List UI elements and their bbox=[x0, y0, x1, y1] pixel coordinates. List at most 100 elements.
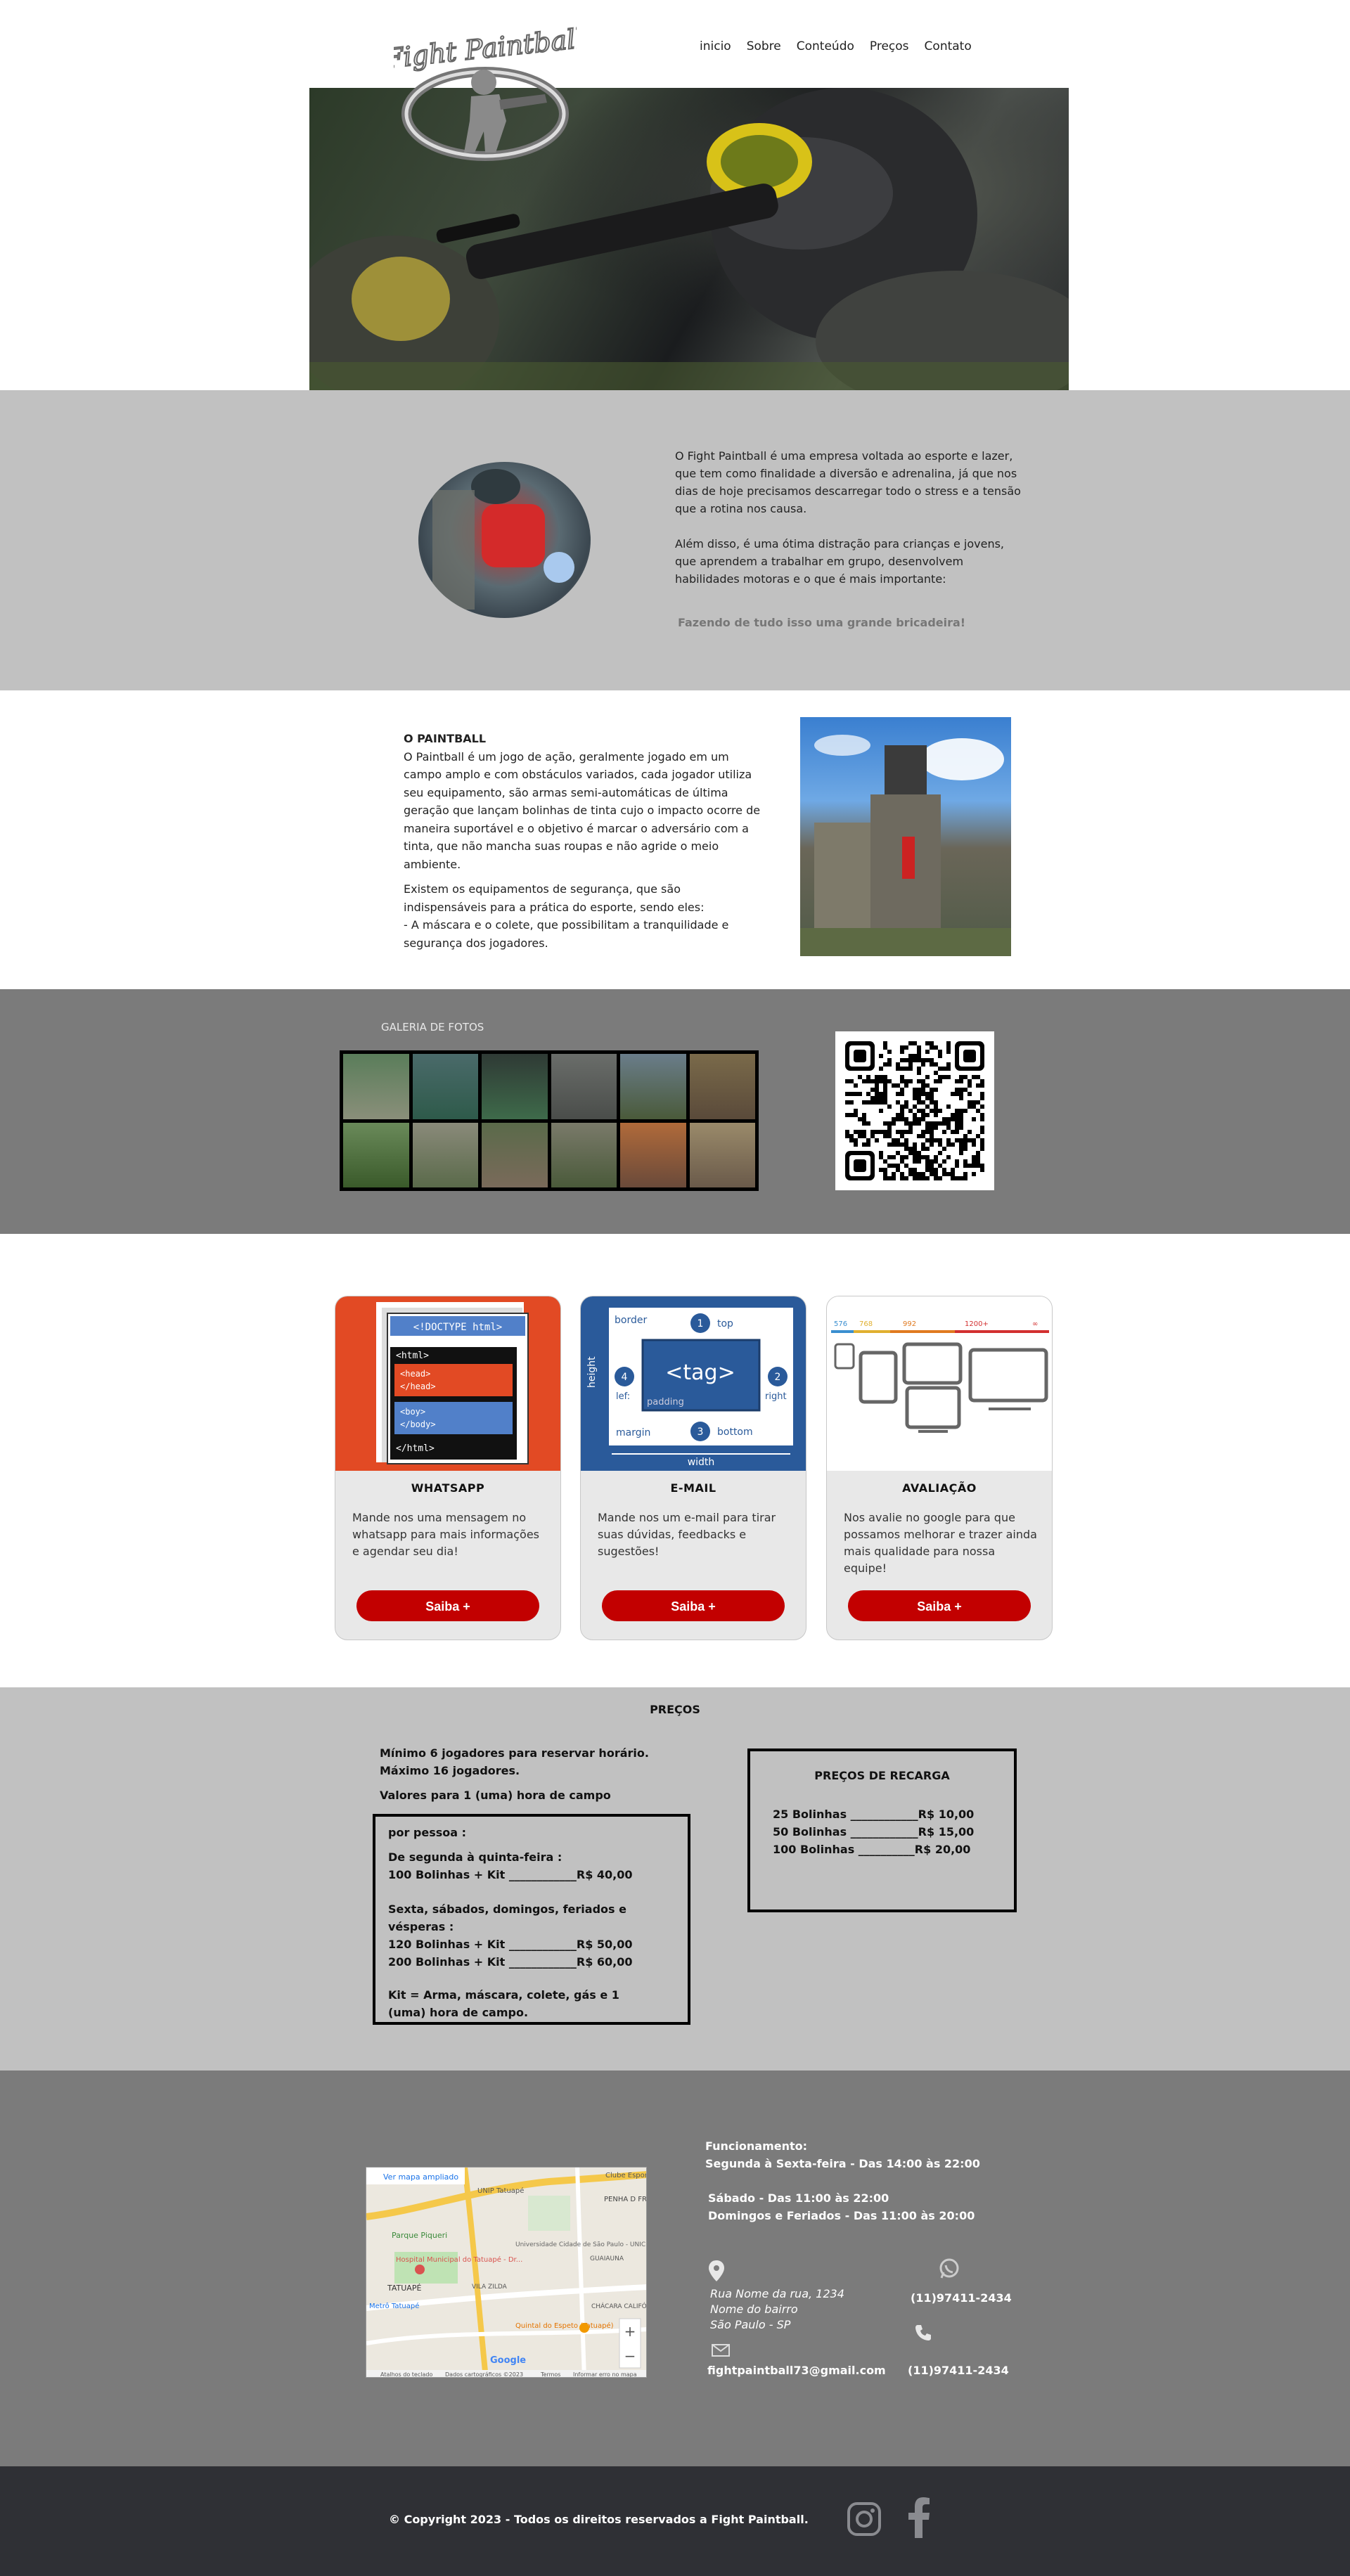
about-title: O PAINTBALL bbox=[404, 732, 487, 745]
recharge-line-1: 25 Bolinhas ____________R$ 10,00 bbox=[773, 1808, 975, 1821]
intro-tagline: Fazendo de tudo isso uma grande bricadei… bbox=[678, 616, 966, 629]
box-model-left-label: lef: bbox=[616, 1391, 630, 1402]
svg-text:Google: Google bbox=[490, 2355, 526, 2366]
weekend-price-2: 200 Bolinhas + Kit ____________R$ 60,00 bbox=[388, 1955, 633, 1969]
box-model-margin-label: margin bbox=[616, 1427, 650, 1438]
svg-text:Quintal do Espeto (Tatuapé): Quintal do Espeto (Tatuapé) bbox=[515, 2321, 614, 2330]
hours-weekdays: Segunda à Sexta-feira - Das 14:00 às 22:… bbox=[705, 2157, 980, 2170]
facebook-icon[interactable] bbox=[908, 2497, 931, 2541]
photo-gallery bbox=[340, 1050, 759, 1191]
box-model-height-label: height bbox=[586, 1356, 598, 1388]
prices-min-players: Mínimo 6 jogadores para reservar horário… bbox=[380, 1746, 649, 1760]
gallery-thumb[interactable] bbox=[551, 1054, 617, 1119]
whatsapp-icon[interactable] bbox=[939, 2258, 960, 2282]
box-model-right-label: right bbox=[765, 1391, 787, 1402]
contact-email[interactable]: fightpaintball73@gmail.com bbox=[707, 2362, 886, 2379]
svg-text:1: 1 bbox=[698, 1318, 704, 1329]
svg-text:UNIP Tatuapé: UNIP Tatuapé bbox=[477, 2187, 524, 2195]
nav-sobre[interactable]: Sobre bbox=[747, 39, 781, 53]
card-whatsapp-image: <!DOCTYPE html> <html> <head> </head> <b… bbox=[335, 1296, 560, 1471]
card-whatsapp-description: Mande nos uma mensagem no whatsapp para … bbox=[352, 1511, 539, 1558]
mail-icon bbox=[712, 2344, 730, 2359]
nav-conteudo[interactable]: Conteúdo bbox=[797, 39, 854, 53]
prices-intro: Mínimo 6 jogadores para reservar horário… bbox=[380, 1744, 649, 1805]
card-avaliacao-image: 576 768 992 1200+ ∞ bbox=[827, 1296, 1052, 1471]
svg-text:PENHA D FRANÇA: PENHA D FRANÇA bbox=[604, 2196, 647, 2203]
svg-text:Hospital Municipal do Tatuapé: Hospital Municipal do Tatuapé - Dr... bbox=[396, 2255, 522, 2264]
card-email-description: Mande nos um e-mail para tirar suas dúvi… bbox=[598, 1511, 776, 1558]
whatsapp-number[interactable]: (11)97411-2434 bbox=[911, 2289, 1012, 2307]
google-map[interactable]: Ver mapa ampliado UNIP Tatuapé PENHA D F… bbox=[366, 2167, 647, 2378]
code-body-close: </body> bbox=[400, 1419, 436, 1429]
phone-icon bbox=[914, 2324, 932, 2345]
about-paragraph-3: - A máscara e o colete, que possibilitam… bbox=[404, 918, 729, 950]
box-model-padding-label: padding bbox=[647, 1397, 684, 1408]
card-email-image: border 1 top height <tag> padding 4 lef:… bbox=[581, 1296, 806, 1471]
card-email-title: E-MAIL bbox=[670, 1481, 716, 1495]
code-body-open: <boy> bbox=[400, 1407, 425, 1417]
gallery-thumb[interactable] bbox=[620, 1122, 686, 1187]
gallery-thumb[interactable] bbox=[482, 1122, 548, 1187]
breakpoint-992: 992 bbox=[903, 1320, 916, 1328]
gallery-thumb[interactable] bbox=[482, 1054, 548, 1119]
gallery-thumb[interactable] bbox=[412, 1054, 478, 1119]
instagram-icon[interactable] bbox=[846, 2501, 882, 2540]
intro-paragraph-2: Além disso, é uma ótima distração para c… bbox=[675, 537, 1004, 586]
weekdays-price: 100 Bolinhas + Kit ____________R$ 40,00 bbox=[388, 1868, 633, 1881]
box-model-border-label: border bbox=[615, 1315, 647, 1326]
whatsapp-saiba-button[interactable]: Saiba + bbox=[356, 1590, 539, 1621]
gallery-thumb[interactable] bbox=[551, 1122, 617, 1187]
recharge-title: PREÇOS DE RECARGA bbox=[814, 1769, 950, 1782]
svg-text:TATUAPÉ: TATUAPÉ bbox=[387, 2284, 421, 2293]
address-street: Rua Nome da rua, 1234 bbox=[710, 2287, 844, 2300]
weekdays-label: De segunda à quinta-feira : bbox=[388, 1850, 562, 1864]
box-model-width-label: width bbox=[688, 1457, 715, 1468]
code-doctype: <!DOCTYPE html> bbox=[413, 1322, 502, 1333]
gallery-thumb[interactable] bbox=[412, 1122, 478, 1187]
address: Rua Nome da rua, 1234 Nome do bairro São… bbox=[710, 2286, 844, 2333]
gallery-thumb[interactable] bbox=[689, 1054, 755, 1119]
nav-contato[interactable]: Contato bbox=[925, 39, 972, 53]
svg-text:Termos: Termos bbox=[540, 2371, 560, 2378]
gallery-thumb[interactable] bbox=[620, 1054, 686, 1119]
qr-code[interactable] bbox=[835, 1031, 994, 1190]
recharge-line-3: 100 Bolinhas __________R$ 20,00 bbox=[773, 1843, 971, 1856]
svg-text:Clube Esport: Clube Esport bbox=[605, 2172, 647, 2179]
about-text: O PAINTBALL O Paintball é um jogo de açã… bbox=[404, 730, 762, 952]
card-avaliacao: 576 768 992 1200+ ∞ AVALIAÇÃO Nos avalie… bbox=[826, 1296, 1053, 1640]
hours-saturday: Sábado - Das 11:00 às 22:00 bbox=[708, 2191, 889, 2205]
location-pin-icon bbox=[709, 2260, 724, 2284]
breakpoint-576: 576 bbox=[834, 1320, 847, 1328]
intro-player-photo bbox=[418, 462, 591, 618]
svg-text:Dados cartográficos ©2023: Dados cartográficos ©2023 bbox=[445, 2371, 523, 2378]
about-field-photo bbox=[800, 717, 1011, 956]
recharge-box: PREÇOS DE RECARGA 25 Bolinhas __________… bbox=[747, 1749, 1017, 1912]
gallery-thumb[interactable] bbox=[343, 1122, 409, 1187]
contact-section bbox=[0, 2071, 1350, 2466]
nav-precos[interactable]: Preços bbox=[870, 39, 909, 53]
svg-text:Metrô Tatuapé: Metrô Tatuapé bbox=[369, 2302, 419, 2310]
svg-text:VILA ZILDA: VILA ZILDA bbox=[472, 2284, 508, 2291]
map-zoom-out[interactable]: − bbox=[624, 2348, 636, 2364]
svg-text:4: 4 bbox=[622, 1372, 628, 1383]
email-saiba-button[interactable]: Saiba + bbox=[602, 1590, 785, 1621]
phone-number[interactable]: (11)97411-2434 bbox=[908, 2362, 1009, 2379]
map-zoom-in[interactable]: + bbox=[624, 2323, 636, 2340]
fight-paintball-logo[interactable]: Fight Paintball bbox=[382, 15, 586, 163]
map-link[interactable]: Ver mapa ampliado bbox=[383, 2172, 458, 2182]
box-model-tag-label: <tag> bbox=[665, 1360, 735, 1385]
svg-text:Informar erro no mapa: Informar erro no mapa bbox=[573, 2371, 637, 2378]
breakpoint-1200: 1200+ bbox=[965, 1320, 989, 1328]
nav-inicio[interactable]: inicio bbox=[700, 39, 731, 53]
card-avaliacao-description: Nos avalie no google para que possamos m… bbox=[844, 1511, 1037, 1575]
gallery-thumb[interactable] bbox=[689, 1122, 755, 1187]
card-whatsapp: <!DOCTYPE html> <html> <head> </head> <b… bbox=[335, 1296, 561, 1640]
weekend-price-1: 120 Bolinhas + Kit ____________R$ 50,00 bbox=[388, 1938, 633, 1951]
copyright-text: © Copyright 2023 - Todos os direitos res… bbox=[389, 2513, 809, 2526]
gallery-thumb[interactable] bbox=[343, 1054, 409, 1119]
card-whatsapp-title: WHATSAPP bbox=[411, 1481, 485, 1495]
hours-title: Funcionamento: bbox=[705, 2139, 808, 2153]
about-paragraph-2: Existem os equipamentos de segurança, qu… bbox=[404, 882, 705, 914]
svg-text:3: 3 bbox=[698, 1427, 704, 1438]
avaliacao-saiba-button[interactable]: Saiba + bbox=[848, 1590, 1031, 1621]
